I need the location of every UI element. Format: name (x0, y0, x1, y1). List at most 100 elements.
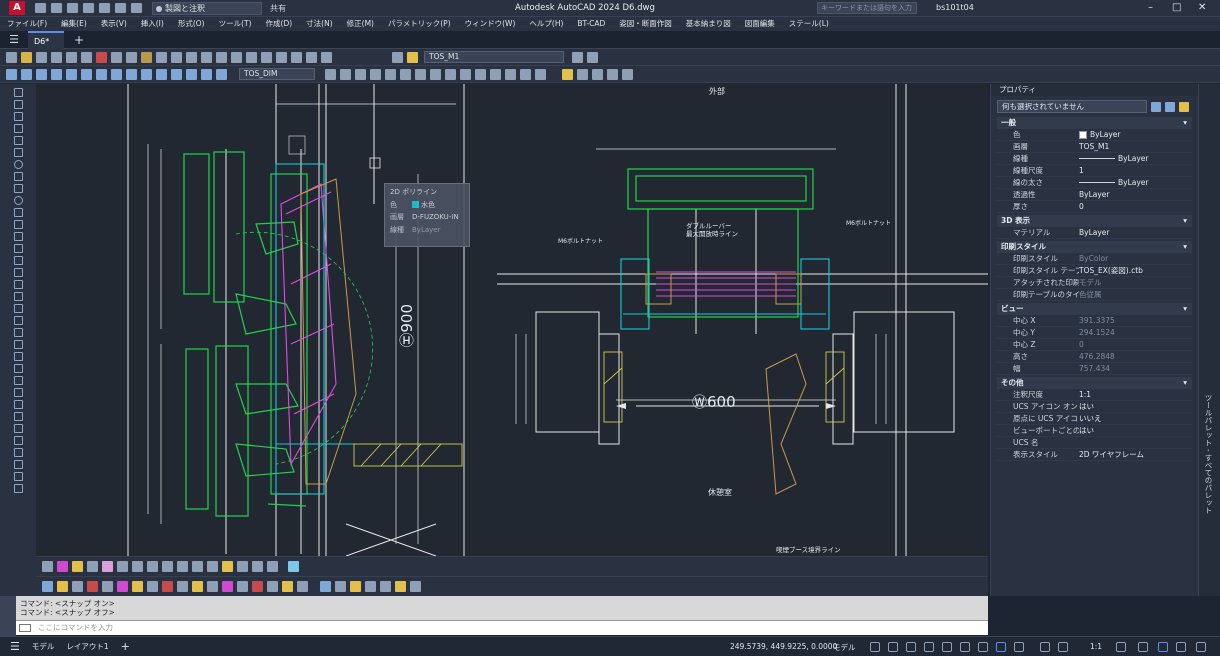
toggle-pickadd-icon[interactable] (1151, 101, 1161, 112)
transparency-icon[interactable] (1058, 642, 1068, 652)
custom-tool-14-icon[interactable] (237, 581, 248, 592)
undo-icon[interactable] (115, 3, 126, 13)
layer-walk-icon[interactable] (102, 561, 113, 572)
property-row[interactable]: 線種 ByLayer (997, 153, 1192, 165)
center-mark-icon[interactable] (171, 68, 182, 80)
custom-tool-25-icon[interactable] (410, 581, 421, 592)
property-row[interactable]: 原点に UCS アイコン いいえ (997, 413, 1192, 425)
menu-dimension[interactable]: 寸法(N) (299, 17, 339, 31)
layer-current-icon[interactable] (177, 561, 188, 572)
layer-match-icon[interactable] (147, 561, 158, 572)
property-value[interactable]: 476.2848 (1079, 351, 1192, 362)
layer-color-icon[interactable] (57, 561, 68, 572)
layer-lock2-icon[interactable] (222, 561, 233, 572)
property-value[interactable]: 1:1 (1079, 389, 1192, 400)
construction-line-icon[interactable] (13, 100, 23, 109)
custom-tool-20-icon[interactable] (335, 581, 346, 592)
offset-icon[interactable] (13, 340, 23, 349)
spline-icon[interactable] (13, 184, 23, 193)
tab-layout1[interactable]: レイアウト1 (66, 641, 108, 652)
properties-section[interactable]: その他 ▾ (997, 377, 1192, 389)
help-icon[interactable] (321, 51, 332, 63)
save-icon[interactable] (67, 3, 78, 13)
drawing-canvas[interactable]: 外部 休憩室 喫煙ブース境界ライン ダブルルーバー 最大開放時ライン M6ボルト… (36, 84, 988, 556)
layer-delete-icon[interactable] (132, 561, 143, 572)
layer-state2-icon[interactable] (288, 561, 299, 572)
layer-manager-icon[interactable] (392, 51, 403, 63)
polar-icon[interactable] (960, 642, 970, 652)
property-value[interactable]: 391.3375 (1079, 315, 1192, 326)
dim-edit-icon[interactable] (186, 68, 197, 80)
line-icon[interactable] (13, 88, 23, 97)
table-icon[interactable] (385, 68, 396, 80)
property-row[interactable]: 中心 Z 0 (997, 339, 1192, 351)
property-row[interactable]: 印刷スタイル テーブルTOS_EX(姿図).ctb (997, 265, 1192, 277)
dim-update-icon[interactable] (216, 68, 227, 80)
property-value[interactable]: ByColor (1079, 253, 1192, 264)
cut-icon[interactable] (96, 51, 107, 63)
zoom-icon[interactable] (201, 51, 212, 63)
menu-draw[interactable]: 作成(D) (259, 17, 300, 31)
xref-icon[interactable] (445, 68, 456, 80)
custom-tool-23-icon[interactable] (380, 581, 391, 592)
custom-tool-19-icon[interactable] (320, 581, 331, 592)
arc-icon[interactable] (13, 148, 23, 157)
hardware-accel-icon[interactable] (1176, 642, 1186, 652)
menu-view[interactable]: 表示(V) (94, 17, 134, 31)
polyline-icon[interactable] (13, 112, 23, 121)
tolerance-icon[interactable] (156, 68, 167, 80)
layout-menu-icon[interactable]: ☰ (10, 640, 20, 653)
property-value[interactable]: モデル (1079, 277, 1192, 288)
property-value[interactable]: ByLayer (1079, 153, 1192, 164)
dynamic-input-icon[interactable] (924, 642, 934, 652)
render-icon[interactable] (577, 68, 588, 80)
layer-select[interactable]: TOS_M1 (424, 51, 564, 63)
property-value[interactable]: はい (1079, 401, 1192, 412)
aligned-dim-icon[interactable] (21, 68, 32, 80)
erase-icon[interactable] (13, 304, 23, 313)
move-icon[interactable] (13, 364, 23, 373)
lineweight-icon[interactable] (1040, 642, 1050, 652)
collapse-icon[interactable]: ▾ (1183, 117, 1187, 129)
explode-icon[interactable] (13, 484, 23, 493)
custom-tool-6-icon[interactable] (117, 581, 128, 592)
new-icon[interactable] (35, 3, 46, 13)
osnap-icon[interactable] (1014, 642, 1024, 652)
saveas-icon[interactable] (83, 3, 94, 13)
property-row[interactable]: 厚さ 0 (997, 201, 1192, 213)
custom-tool-4-icon[interactable] (87, 581, 98, 592)
property-value[interactable]: 757.434 (1079, 363, 1192, 374)
calc-icon[interactable] (306, 51, 317, 63)
menu-stale[interactable]: ステール(L) (782, 17, 836, 31)
properties-section[interactable]: 印刷スタイル ▾ (997, 241, 1192, 253)
radius-dim-icon[interactable] (66, 68, 77, 80)
copy-icon[interactable] (13, 316, 23, 325)
property-row[interactable]: 幅 757.434 (997, 363, 1192, 375)
layer-state-icon[interactable] (407, 51, 418, 63)
regen-icon[interactable] (535, 68, 546, 80)
properties-section[interactable]: 一般 ▾ (997, 117, 1192, 129)
gradient-icon[interactable] (13, 256, 23, 265)
property-row[interactable]: アタッチされた印刷テーブルモデル (997, 277, 1192, 289)
property-row[interactable]: ビューポートごとの UCSはい (997, 425, 1192, 437)
table-icon[interactable] (13, 280, 23, 289)
polygon-icon[interactable] (13, 124, 23, 133)
properties-icon[interactable] (231, 51, 242, 63)
copy-icon[interactable] (111, 51, 122, 63)
select-objects-icon[interactable] (1165, 101, 1175, 112)
command-line-handle[interactable] (0, 596, 16, 636)
layer-change-icon[interactable] (162, 561, 173, 572)
property-row[interactable]: 線の太さ ByLayer (997, 177, 1192, 189)
chamfer-icon[interactable] (13, 460, 23, 469)
circle-icon[interactable] (13, 160, 23, 169)
layer-merge-icon[interactable] (117, 561, 128, 572)
property-value[interactable]: はい (1079, 425, 1192, 436)
custom-tool-17-icon[interactable] (282, 581, 293, 592)
properties-section[interactable]: 3D 表示 ▾ (997, 215, 1192, 227)
command-input[interactable]: ここにコマンドを入力 (16, 620, 988, 635)
isodraft-icon[interactable] (978, 642, 988, 652)
property-row[interactable]: UCS 名 (997, 437, 1192, 449)
custom-tool-18-icon[interactable] (297, 581, 308, 592)
menu-window[interactable]: ウィンドウ(W) (458, 17, 523, 31)
workspace-select[interactable]: 製図と注釈 (152, 1, 262, 15)
